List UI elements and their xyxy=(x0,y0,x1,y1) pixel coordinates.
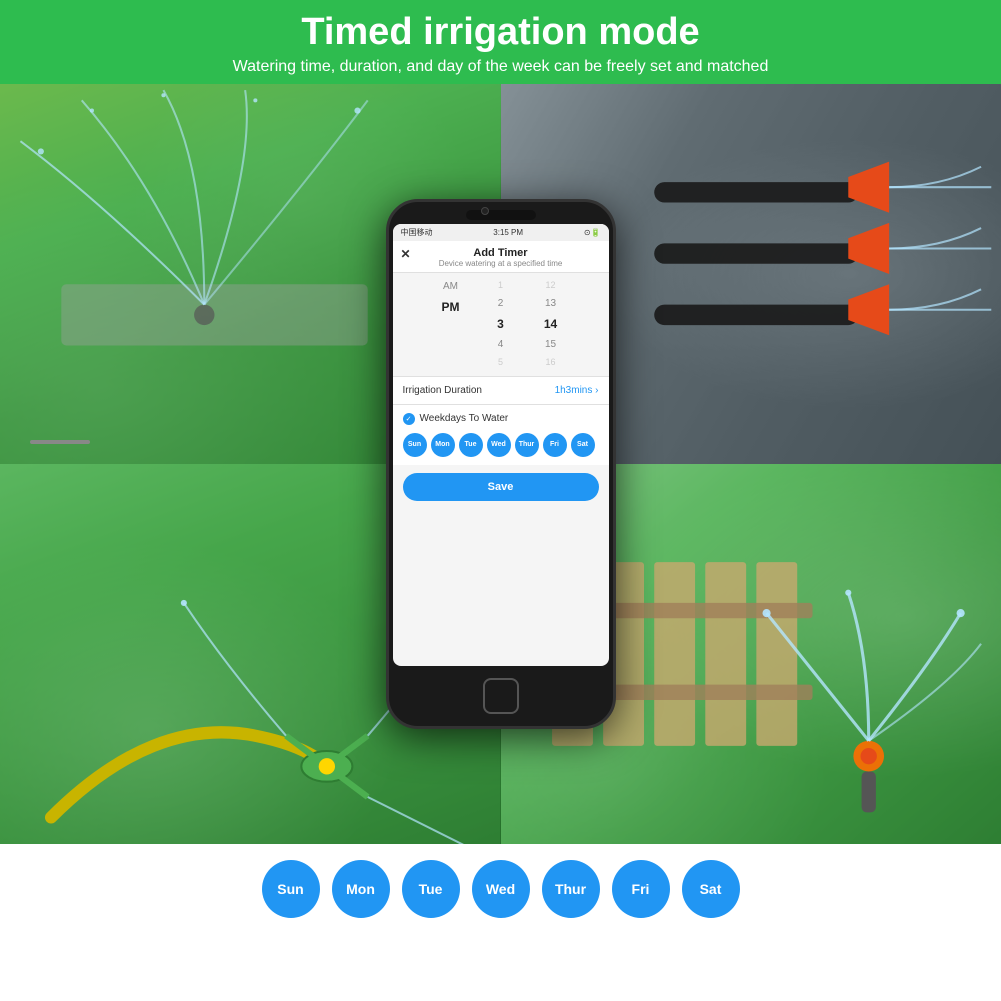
weekdays-title: Weekdays To Water xyxy=(420,413,509,424)
minute-15[interactable]: 15 xyxy=(526,335,576,354)
bottom-day-fri[interactable]: Fri xyxy=(612,860,670,918)
minute-16[interactable]: 16 xyxy=(526,354,576,371)
app-subtitle: Device watering at a specified time xyxy=(401,259,601,268)
duration-label: Irrigation Duration xyxy=(403,385,482,396)
time-picker[interactable]: AM PM 1 2 3 4 5 xyxy=(393,273,609,376)
hour-column[interactable]: 1 2 3 4 5 xyxy=(476,277,526,372)
minute-12[interactable]: 12 xyxy=(526,277,576,294)
header-banner: Timed irrigation mode Watering time, dur… xyxy=(0,0,1001,84)
weekdays-section: ✓ Weekdays To Water Sun Mon Tue Wed Thur… xyxy=(393,405,609,465)
days-row: Sun Mon Tue Wed Thur Fri Sat xyxy=(403,433,599,457)
minute-13[interactable]: 13 xyxy=(526,294,576,313)
app-title: Add Timer xyxy=(401,247,601,259)
day-badge-tue[interactable]: Tue xyxy=(459,433,483,457)
hour-1[interactable]: 1 xyxy=(476,277,526,294)
day-badge-thur[interactable]: Thur xyxy=(515,433,539,457)
day-badge-fri[interactable]: Fri xyxy=(543,433,567,457)
minute-column[interactable]: 12 13 14 15 16 xyxy=(526,277,576,372)
day-badge-sat[interactable]: Sat xyxy=(571,433,595,457)
close-icon[interactable]: ✕ xyxy=(401,247,411,261)
duration-row[interactable]: Irrigation Duration 1h3mins › xyxy=(393,376,609,405)
bottom-day-wed[interactable]: Wed xyxy=(472,860,530,918)
status-time: 3:15 PM xyxy=(493,228,523,237)
app-header: ✕ Add Timer Device watering at a specifi… xyxy=(393,241,609,273)
bottom-day-thur[interactable]: Thur xyxy=(542,860,600,918)
weekdays-header: ✓ Weekdays To Water xyxy=(403,413,599,425)
hour-5[interactable]: 5 xyxy=(476,354,526,371)
bottom-day-tue[interactable]: Tue xyxy=(402,860,460,918)
weekdays-checkbox[interactable]: ✓ xyxy=(403,413,415,425)
page-title: Timed irrigation mode xyxy=(20,10,981,56)
day-badge-mon[interactable]: Mon xyxy=(431,433,455,457)
minute-14-selected[interactable]: 14 xyxy=(526,313,576,336)
ampm-pm-selected[interactable]: PM xyxy=(426,296,476,319)
day-badge-wed[interactable]: Wed xyxy=(487,433,511,457)
duration-value: 1h3mins › xyxy=(555,385,599,396)
phone-body: 中国移动 3:15 PM ⊙🔋 ✕ Add Timer Device water… xyxy=(386,199,616,729)
bottom-day-sat[interactable]: Sat xyxy=(682,860,740,918)
bottom-day-sun[interactable]: Sun xyxy=(262,860,320,918)
hour-3-selected[interactable]: 3 xyxy=(476,313,526,336)
save-button[interactable]: Save xyxy=(403,473,599,501)
status-bar: 中国移动 3:15 PM ⊙🔋 xyxy=(393,224,609,241)
phone-camera xyxy=(481,207,489,215)
bottom-days-bar: Sun Mon Tue Wed Thur Fri Sat xyxy=(0,844,1001,934)
ampm-column[interactable]: AM PM xyxy=(426,277,476,372)
duration-chevron: › xyxy=(595,385,598,396)
picker-columns: AM PM 1 2 3 4 5 xyxy=(393,277,609,372)
phone-mockup: 中国移动 3:15 PM ⊙🔋 ✕ Add Timer Device water… xyxy=(386,199,616,729)
ampm-am[interactable]: AM xyxy=(426,277,476,296)
status-icons: ⊙🔋 xyxy=(584,228,601,237)
phone-home-button[interactable] xyxy=(483,678,519,714)
page-subtitle: Watering time, duration, and day of the … xyxy=(20,58,981,76)
phone-notch xyxy=(466,210,536,220)
day-badge-sun[interactable]: Sun xyxy=(403,433,427,457)
bottom-day-mon[interactable]: Mon xyxy=(332,860,390,918)
hour-4[interactable]: 4 xyxy=(476,335,526,354)
carrier-text: 中国移动 xyxy=(401,227,433,238)
hour-2[interactable]: 2 xyxy=(476,294,526,313)
phone-screen: 中国移动 3:15 PM ⊙🔋 ✕ Add Timer Device water… xyxy=(393,224,609,666)
main-content: 中国移动 3:15 PM ⊙🔋 ✕ Add Timer Device water… xyxy=(0,84,1001,844)
